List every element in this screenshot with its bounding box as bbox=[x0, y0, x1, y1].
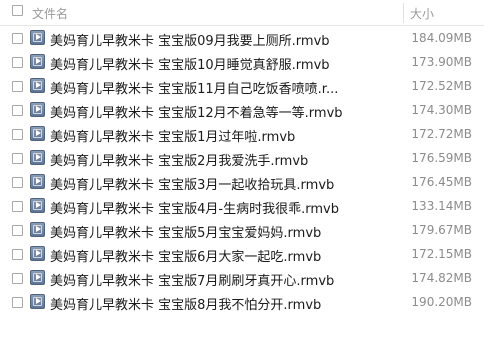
file-list-header: 文件名 大小 bbox=[0, 0, 484, 26]
file-size: 172.72MB bbox=[411, 127, 472, 141]
file-size: 190.20MB bbox=[411, 295, 472, 309]
file-size: 173.90MB bbox=[411, 55, 472, 69]
file-size: 172.15MB bbox=[411, 247, 472, 261]
file-name[interactable]: 美妈育儿早教米卡 宝宝版4月-生病时我很乖.rmvb bbox=[50, 198, 339, 217]
file-checkbox[interactable] bbox=[12, 153, 23, 164]
file-row[interactable]: 美妈育儿早教米卡 宝宝版6月大家一起吃.rmvb 172.15MB bbox=[0, 242, 484, 266]
file-size: 133.14MB bbox=[411, 199, 472, 213]
file-row[interactable]: 美妈育儿早教米卡 宝宝版4月-生病时我很乖.rmvb 133.14MB bbox=[0, 194, 484, 218]
file-row[interactable]: 美妈育儿早教米卡 宝宝版10月睡觉真舒服.rmvb 173.90MB bbox=[0, 50, 484, 74]
column-divider[interactable] bbox=[403, 3, 404, 23]
video-file-icon bbox=[30, 198, 45, 213]
file-name[interactable]: 美妈育儿早教米卡 宝宝版3月一起收拾玩具.rmvb bbox=[50, 174, 334, 193]
file-name[interactable]: 美妈育儿早教米卡 宝宝版5月宝宝爱妈妈.rmvb bbox=[50, 222, 321, 241]
file-name[interactable]: 美妈育儿早教米卡 宝宝版09月我要上厕所.rmvb bbox=[50, 30, 330, 49]
video-file-icon bbox=[30, 54, 45, 69]
file-checkbox[interactable] bbox=[12, 129, 23, 140]
file-checkbox[interactable] bbox=[12, 273, 23, 284]
video-file-icon bbox=[30, 222, 45, 237]
file-size: 176.45MB bbox=[411, 175, 472, 189]
file-checkbox[interactable] bbox=[12, 249, 23, 260]
file-size: 172.52MB bbox=[411, 79, 472, 93]
file-checkbox[interactable] bbox=[12, 201, 23, 212]
file-checkbox[interactable] bbox=[12, 225, 23, 236]
file-row[interactable]: 美妈育儿早教米卡 宝宝版12月不着急等一等.rmvb 174.30MB bbox=[0, 98, 484, 122]
file-row[interactable]: 美妈育儿早教米卡 宝宝版5月宝宝爱妈妈.rmvb 179.67MB bbox=[0, 218, 484, 242]
file-checkbox[interactable] bbox=[12, 81, 23, 92]
file-row[interactable]: 美妈育儿早教米卡 宝宝版7月刷刷牙真开心.rmvb 174.82MB bbox=[0, 266, 484, 290]
video-file-icon bbox=[30, 126, 45, 141]
file-row[interactable]: 美妈育儿早教米卡 宝宝版2月我爱洗手.rmvb 176.59MB bbox=[0, 146, 484, 170]
video-file-icon bbox=[30, 270, 45, 285]
file-name[interactable]: 美妈育儿早教米卡 宝宝版10月睡觉真舒服.rmvb bbox=[50, 54, 330, 73]
file-name[interactable]: 美妈育儿早教米卡 宝宝版11月自己吃饭香喷喷.r... bbox=[50, 78, 338, 97]
file-checkbox[interactable] bbox=[12, 33, 23, 44]
file-name[interactable]: 美妈育儿早教米卡 宝宝版12月不着急等一等.rmvb bbox=[50, 102, 343, 121]
file-name[interactable]: 美妈育儿早教米卡 宝宝版1月过年啦.rmvb bbox=[50, 126, 295, 145]
file-name[interactable]: 美妈育儿早教米卡 宝宝版2月我爱洗手.rmvb bbox=[50, 150, 308, 169]
file-row[interactable]: 美妈育儿早教米卡 宝宝版8月我不怕分开.rmvb 190.20MB bbox=[0, 290, 484, 314]
file-size: 174.30MB bbox=[411, 103, 472, 117]
column-header-size[interactable]: 大小 bbox=[410, 5, 434, 22]
video-file-icon bbox=[30, 174, 45, 189]
video-file-icon bbox=[30, 294, 45, 309]
file-row[interactable]: 美妈育儿早教米卡 宝宝版1月过年啦.rmvb 172.72MB bbox=[0, 122, 484, 146]
file-row[interactable]: 美妈育儿早教米卡 宝宝版09月我要上厕所.rmvb 184.09MB bbox=[0, 26, 484, 50]
video-file-icon bbox=[30, 30, 45, 45]
file-checkbox[interactable] bbox=[12, 105, 23, 116]
file-size: 184.09MB bbox=[411, 31, 472, 45]
column-header-filename[interactable]: 文件名 bbox=[32, 5, 68, 22]
file-row[interactable]: 美妈育儿早教米卡 宝宝版3月一起收拾玩具.rmvb 176.45MB bbox=[0, 170, 484, 194]
video-file-icon bbox=[30, 246, 45, 261]
file-name[interactable]: 美妈育儿早教米卡 宝宝版7月刷刷牙真开心.rmvb bbox=[50, 270, 334, 289]
video-file-icon bbox=[30, 150, 45, 165]
file-list: 美妈育儿早教米卡 宝宝版09月我要上厕所.rmvb 184.09MB 美妈育儿早… bbox=[0, 26, 484, 314]
video-file-icon bbox=[30, 102, 45, 117]
file-size: 174.82MB bbox=[411, 271, 472, 285]
file-size: 176.59MB bbox=[411, 151, 472, 165]
file-checkbox[interactable] bbox=[12, 177, 23, 188]
file-row[interactable]: 美妈育儿早教米卡 宝宝版11月自己吃饭香喷喷.r... 172.52MB bbox=[0, 74, 484, 98]
file-name[interactable]: 美妈育儿早教米卡 宝宝版8月我不怕分开.rmvb bbox=[50, 294, 321, 313]
file-checkbox[interactable] bbox=[12, 297, 23, 308]
video-file-icon bbox=[30, 78, 45, 93]
file-checkbox[interactable] bbox=[12, 57, 23, 68]
file-name[interactable]: 美妈育儿早教米卡 宝宝版6月大家一起吃.rmvb bbox=[50, 246, 321, 265]
file-size: 179.67MB bbox=[411, 223, 472, 237]
select-all-checkbox[interactable] bbox=[12, 5, 23, 16]
